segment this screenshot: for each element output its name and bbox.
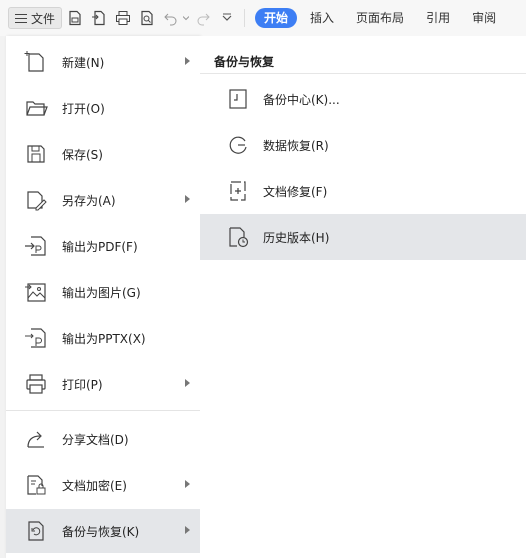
new-file-icon <box>24 50 48 74</box>
export-image-icon <box>24 280 48 304</box>
export-pdf-toolbar-icon[interactable] <box>88 7 110 29</box>
menu-item-label: 另存为(A) <box>62 193 116 208</box>
tab-references[interactable]: 引用 <box>417 8 459 28</box>
share-icon <box>24 427 48 451</box>
print-preview-icon[interactable] <box>136 7 158 29</box>
print-toolbar-icon[interactable] <box>112 7 134 29</box>
menu-item-save[interactable]: 保存(S) <box>6 132 200 176</box>
submenu-item-label: 历史版本(H) <box>263 231 330 245</box>
redo-icon[interactable] <box>192 7 214 29</box>
submenu-item-data-recovery[interactable]: 数据恢复(R) <box>200 122 526 168</box>
menu-item-export-pptx[interactable]: 输出为PPTX(X) <box>6 316 200 360</box>
export-pptx-icon <box>24 326 48 350</box>
menu-divider <box>6 410 200 411</box>
menu-item-label: 打开(O) <box>62 101 105 116</box>
menu-item-open[interactable]: 打开(O) <box>6 86 200 130</box>
tab-home[interactable]: 开始 <box>255 8 298 28</box>
undo-icon[interactable] <box>160 7 182 29</box>
file-menu-panel: 新建(N) 打开(O) 保存(S) 另存为(A) 输出为PDF(F) 输出为图片… <box>6 36 200 558</box>
file-menu-label: 文件 <box>31 11 56 26</box>
menu-item-label: 保存(S) <box>62 147 103 162</box>
menu-item-save-as[interactable]: 另存为(A) <box>6 178 200 222</box>
submenu-arrow-icon <box>185 57 190 65</box>
submenu-item-doc-repair[interactable]: 文档修复(F) <box>200 168 526 214</box>
submenu-title: 备份与恢复 <box>214 55 275 69</box>
menu-item-label: 文档加密(E) <box>62 478 127 493</box>
tab-page-layout[interactable]: 页面布局 <box>347 8 413 28</box>
export-pdf-icon <box>24 234 48 258</box>
menu-item-label: 输出为PPTX(X) <box>62 331 146 346</box>
menu-item-export-image[interactable]: 输出为图片(G) <box>6 270 200 314</box>
menu-item-print[interactable]: 打印(P) <box>6 362 200 406</box>
submenu-arrow-icon <box>185 195 190 203</box>
submenu-item-backup-center[interactable]: 备份中心(K)... <box>200 76 526 122</box>
print-icon <box>24 372 48 396</box>
menu-item-label: 备份与恢复(K) <box>62 524 140 539</box>
doc-repair-icon <box>226 179 250 203</box>
submenu-divider <box>200 73 526 74</box>
submenu-arrow-icon <box>185 379 190 387</box>
save-icon <box>24 142 48 166</box>
submenu-item-label: 备份中心(K)... <box>263 93 340 107</box>
submenu-arrow-icon <box>185 526 190 534</box>
folder-open-icon <box>24 96 48 120</box>
backup-restore-submenu: 备份与恢复 备份中心(K)... 数据恢复(R) 文档修复(F) 历史版本(H) <box>200 36 526 558</box>
undo-dropdown-icon[interactable] <box>182 7 190 29</box>
save-as-icon <box>24 188 48 212</box>
menu-item-new[interactable]: 新建(N) <box>6 40 200 84</box>
tab-insert[interactable]: 插入 <box>301 8 343 28</box>
menu-item-label: 打印(P) <box>62 377 103 392</box>
submenu-arrow-icon <box>185 480 190 488</box>
top-toolbar: 文件 开始 插入 页面布局 引用 审阅 <box>0 0 526 36</box>
hamburger-icon <box>15 13 27 23</box>
encrypt-icon <box>24 473 48 497</box>
menu-item-label: 输出为PDF(F) <box>62 239 138 254</box>
history-version-icon <box>226 225 250 249</box>
menu-item-export-pdf[interactable]: 输出为PDF(F) <box>6 224 200 268</box>
menu-item-label: 新建(N) <box>62 55 105 70</box>
submenu-item-history-version[interactable]: 历史版本(H) <box>200 214 526 260</box>
backup-icon <box>24 519 48 543</box>
menu-item-encrypt[interactable]: 文档加密(E) <box>6 463 200 507</box>
backup-center-icon <box>226 87 250 111</box>
submenu-item-label: 文档修复(F) <box>263 185 328 199</box>
toolbar-divider <box>244 9 246 27</box>
menu-item-backup-restore[interactable]: 备份与恢复(K) <box>6 509 200 553</box>
more-dropdown-icon[interactable] <box>216 7 238 29</box>
tab-review[interactable]: 审阅 <box>463 8 505 28</box>
file-menu-button[interactable]: 文件 <box>8 7 63 29</box>
menu-item-label: 分享文档(D) <box>62 432 129 447</box>
doc-icon[interactable] <box>64 7 86 29</box>
submenu-item-label: 数据恢复(R) <box>263 139 329 153</box>
menu-item-label: 输出为图片(G) <box>62 285 141 300</box>
menu-item-share[interactable]: 分享文档(D) <box>6 417 200 461</box>
data-recovery-icon <box>226 133 250 157</box>
